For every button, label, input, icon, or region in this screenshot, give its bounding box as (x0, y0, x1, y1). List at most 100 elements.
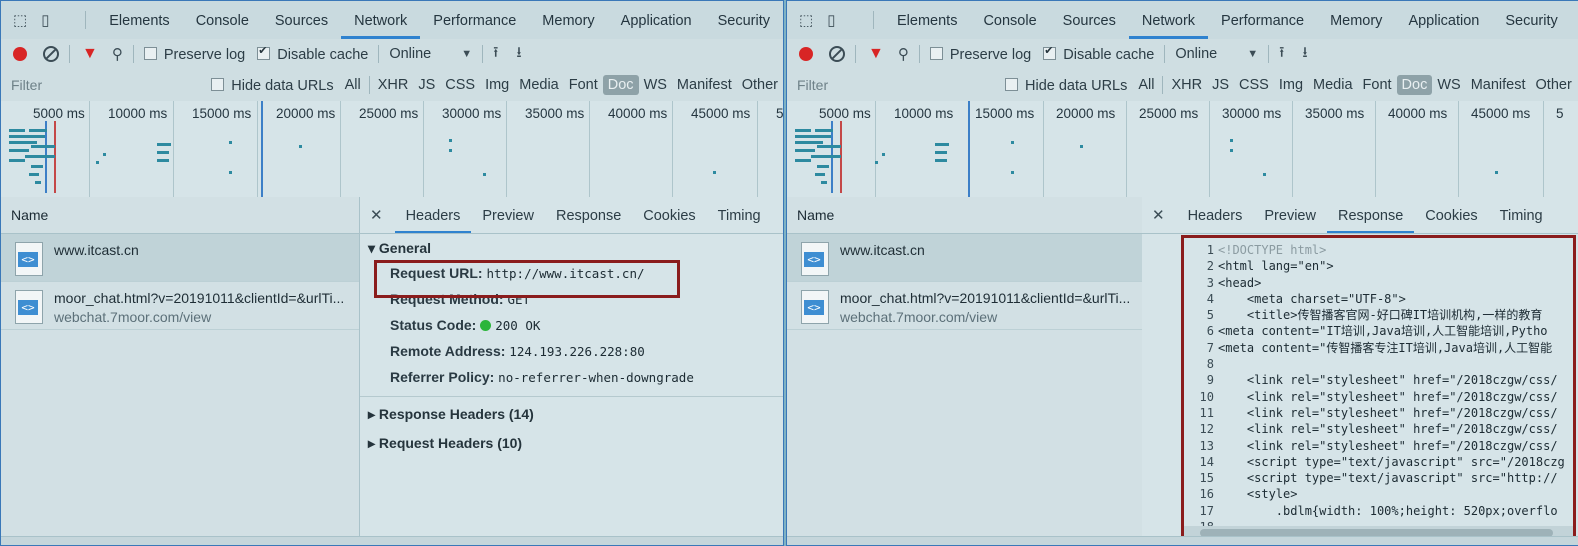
name-column-header[interactable]: Name (787, 197, 1145, 234)
record-icon[interactable] (13, 47, 27, 61)
inspect-element-icon[interactable]: ⬚ (13, 11, 27, 29)
request-row[interactable]: www.itcast.cn (1, 234, 359, 282)
filter-icon[interactable]: ▼ (82, 45, 98, 63)
chevron-down-icon[interactable]: ▼ (461, 48, 472, 60)
hide-data-urls-checkbox[interactable]: Hide data URLs (211, 77, 334, 94)
tab-cookies[interactable]: Cookies (1414, 197, 1488, 233)
tab-security[interactable]: Security (705, 1, 783, 39)
tab-performance[interactable]: Performance (1208, 1, 1317, 39)
close-icon[interactable]: ✕ (360, 206, 395, 224)
timeline-tick: 35000 ms (506, 101, 584, 197)
tab-console[interactable]: Console (183, 1, 262, 39)
network-overview[interactable]: 5000 ms 10000 ms 15000 ms 20000 ms 25000… (1, 101, 783, 198)
network-overview[interactable]: 5000 ms 10000 ms 15000 ms 20000 ms 25000… (787, 101, 1578, 198)
filter-all[interactable]: All (1133, 77, 1159, 93)
close-icon[interactable]: ✕ (1142, 206, 1177, 224)
hide-data-urls-checkbox[interactable]: Hide data URLs (1005, 77, 1127, 94)
request-headers-toggle[interactable]: ▸ Request Headers (10) (360, 427, 783, 457)
tab-performance[interactable]: Performance (420, 1, 529, 39)
tab-network[interactable]: Network (341, 1, 421, 39)
disable-cache-checkbox[interactable]: Disable cache (257, 44, 368, 63)
code-line: <style> (1218, 487, 1298, 502)
filter-all[interactable]: All (340, 77, 366, 93)
filter-img[interactable]: Img (1274, 77, 1308, 93)
tab-elements[interactable]: Elements (884, 1, 970, 39)
filter-xhr[interactable]: XHR (373, 77, 414, 93)
request-row[interactable]: www.itcast.cn (787, 234, 1145, 282)
preserve-log-checkbox[interactable]: Preserve log (929, 46, 1031, 63)
import-har-icon[interactable]: ⭱ (1279, 42, 1284, 67)
detail-tabbar: ✕ Headers Preview Response Cookies Timin… (360, 197, 783, 234)
tab-response[interactable]: Response (1326, 197, 1415, 233)
filter-img[interactable]: Img (480, 77, 514, 93)
filter-ws[interactable]: WS (639, 77, 672, 93)
throttle-select[interactable]: Online (1175, 46, 1217, 62)
tab-memory[interactable]: Memory (1317, 1, 1395, 39)
filter-doc[interactable]: Doc (602, 75, 639, 95)
filter-manifest[interactable]: Manifest (1466, 77, 1531, 93)
filter-input[interactable]: Filter (797, 77, 977, 93)
request-row[interactable]: moor_chat.html?v=20191011&clientId=&urlT… (787, 282, 1145, 330)
search-icon[interactable]: ⚲ (112, 45, 123, 63)
inspect-element-icon[interactable]: ⬚ (799, 11, 813, 29)
line-number: 15 (1199, 471, 1214, 486)
tab-memory[interactable]: Memory (529, 1, 607, 39)
tab-security[interactable]: Security (1492, 1, 1570, 39)
throttle-select[interactable]: Online (389, 46, 431, 62)
divider (918, 45, 920, 63)
import-har-icon[interactable]: ⭱ (493, 42, 498, 67)
tab-application[interactable]: Application (1395, 1, 1492, 39)
tab-headers[interactable]: Headers (394, 197, 472, 233)
filter-other[interactable]: Other (737, 77, 783, 93)
tab-sources[interactable]: Sources (1050, 1, 1129, 39)
detail-tabbar: ✕ Headers Preview Response Cookies Timin… (1142, 197, 1578, 234)
filter-ws[interactable]: WS (1432, 77, 1465, 93)
preserve-log-checkbox[interactable]: Preserve log (143, 46, 245, 63)
export-har-icon[interactable]: ⭳ (1302, 42, 1307, 67)
devtools-right-panel: ⬚ ▯ Elements Console Sources Network Per… (786, 0, 1578, 546)
request-row[interactable]: moor_chat.html?v=20191011&clientId=&urlT… (1, 282, 359, 330)
tab-preview[interactable]: Preview (471, 197, 545, 233)
tab-timing[interactable]: Timing (1489, 197, 1554, 233)
filter-doc[interactable]: Doc (1396, 75, 1433, 95)
clear-icon[interactable] (43, 46, 59, 62)
filter-icon[interactable]: ▼ (868, 45, 884, 63)
filter-css[interactable]: CSS (1234, 77, 1274, 93)
search-icon[interactable]: ⚲ (898, 45, 909, 63)
timeline-tick: 45000 ms (672, 101, 750, 197)
tab-response[interactable]: Response (545, 197, 632, 233)
filter-font[interactable]: Font (1358, 77, 1397, 93)
filter-other[interactable]: Other (1531, 77, 1577, 93)
tab-preview[interactable]: Preview (1253, 197, 1327, 233)
clear-icon[interactable] (829, 46, 845, 62)
filter-font[interactable]: Font (564, 77, 603, 93)
tab-timing[interactable]: Timing (707, 197, 772, 233)
filter-xhr[interactable]: XHR (1166, 77, 1207, 93)
general-section-toggle[interactable]: ▾ General (360, 234, 783, 260)
name-column-header[interactable]: Name (1, 197, 359, 234)
tab-network[interactable]: Network (1128, 1, 1209, 39)
tab-headers[interactable]: Headers (1177, 197, 1254, 233)
filter-input[interactable]: Filter (11, 77, 183, 93)
tab-console[interactable]: Console (970, 1, 1049, 39)
export-har-icon[interactable]: ⭳ (516, 42, 521, 67)
response-source-viewer[interactable]: 123456789101112131415161718 <!DOCTYPE ht… (1181, 235, 1576, 543)
tab-sources[interactable]: Sources (262, 1, 341, 39)
tab-cookies[interactable]: Cookies (632, 197, 706, 233)
tab-elements[interactable]: Elements (96, 1, 182, 39)
response-headers-toggle[interactable]: ▸ Response Headers (14) (360, 396, 783, 427)
filter-js[interactable]: JS (1207, 77, 1234, 93)
filter-media[interactable]: Media (514, 77, 564, 93)
record-icon[interactable] (799, 47, 813, 61)
tab-application[interactable]: Application (608, 1, 705, 39)
timeline-tick: 30000 ms (423, 101, 501, 197)
filter-css[interactable]: CSS (440, 77, 480, 93)
filter-js[interactable]: JS (413, 77, 440, 93)
filter-manifest[interactable]: Manifest (672, 77, 737, 93)
chevron-down-icon[interactable]: ▼ (1247, 48, 1258, 60)
line-number: 9 (1206, 373, 1214, 388)
device-toolbar-icon[interactable]: ▯ (827, 11, 835, 29)
device-toolbar-icon[interactable]: ▯ (41, 11, 49, 29)
disable-cache-checkbox[interactable]: Disable cache (1043, 44, 1154, 63)
filter-media[interactable]: Media (1308, 77, 1358, 93)
